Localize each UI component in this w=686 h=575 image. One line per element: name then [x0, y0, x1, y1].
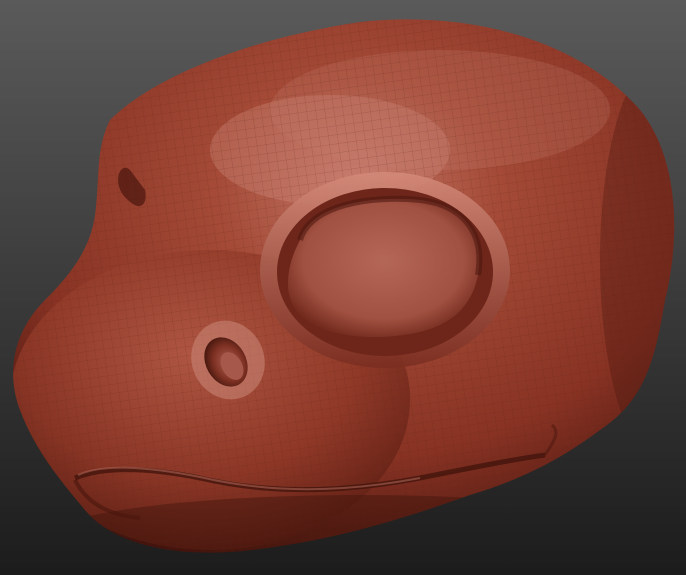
sculpt-canvas[interactable] — [0, 0, 686, 575]
zbrush-viewport[interactable] — [0, 0, 686, 575]
eye-socket[interactable] — [260, 172, 510, 368]
